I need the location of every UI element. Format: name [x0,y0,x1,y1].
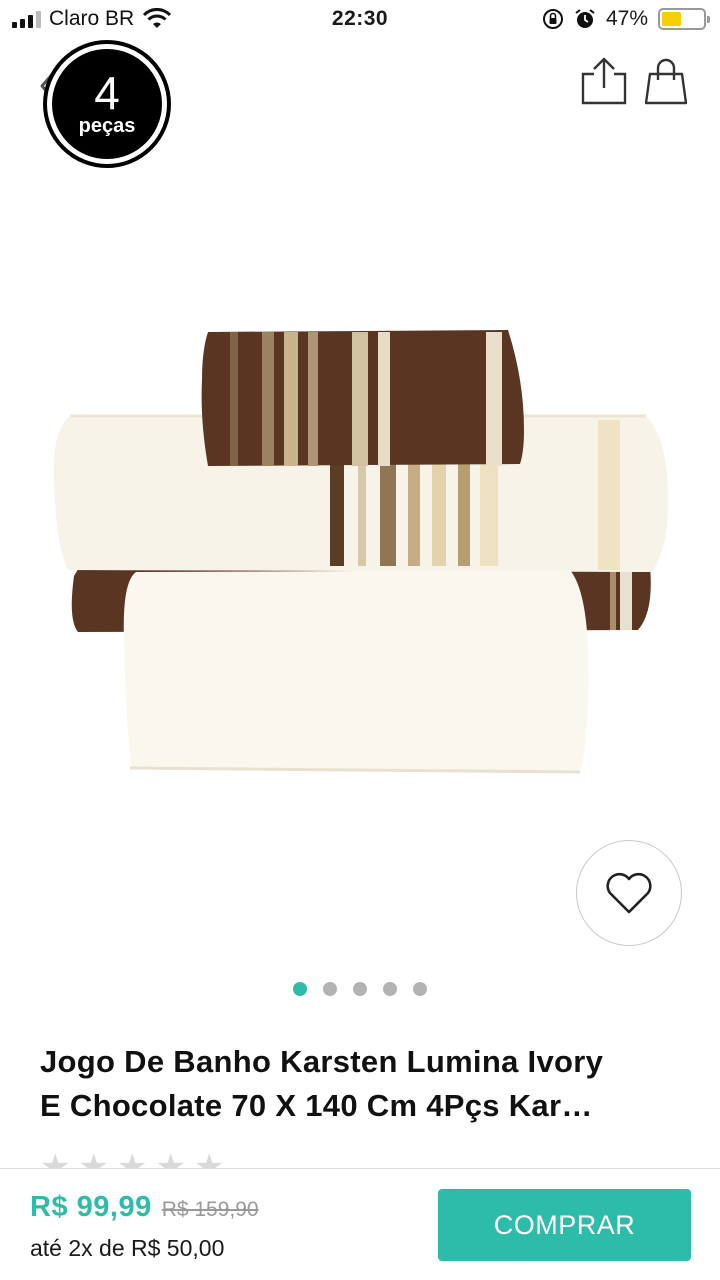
installment-info: até 2x de R$ 50,00 [30,1235,225,1261]
battery-percentage: 47% [605,7,648,30]
product-image[interactable] [40,320,680,790]
battery-icon [658,8,710,30]
gallery-dot[interactable] [293,982,307,996]
product-title: Jogo De Banho Karsten Lumina Ivory E Cho… [40,1040,690,1128]
gallery-dot[interactable] [353,982,367,996]
favorite-button[interactable] [576,840,682,946]
battery-level [662,12,681,26]
gallery-dot[interactable] [413,982,427,996]
product-title-line-2: E Chocolate 70 X 140 Cm 4Pçs Kar… [40,1088,593,1123]
heart-icon [606,872,652,914]
gallery-dot[interactable] [323,982,337,996]
orientation-lock-icon [542,9,563,29]
original-price: R$ 159,90 [161,1198,259,1221]
pieces-label: peças [78,115,136,137]
gallery-pagination [0,982,720,996]
product-title-line-1: Jogo De Banho Karsten Lumina Ivory [40,1044,604,1079]
purchase-bar: R$ 99,99 R$ 159,90 até 2x de R$ 50,00 CO… [0,1168,720,1280]
buy-button[interactable]: COMPRAR [438,1189,691,1261]
pieces-count: 4 [94,67,120,119]
share-icon[interactable] [578,56,630,106]
gallery-dot[interactable] [383,982,397,996]
shopping-bag-icon[interactable] [642,56,690,106]
alarm-icon [575,9,595,28]
pieces-badge: 4 peças [43,40,171,168]
current-price: R$ 99,99 [30,1191,152,1223]
status-bar: Claro BR 22:30 47% [0,0,720,40]
